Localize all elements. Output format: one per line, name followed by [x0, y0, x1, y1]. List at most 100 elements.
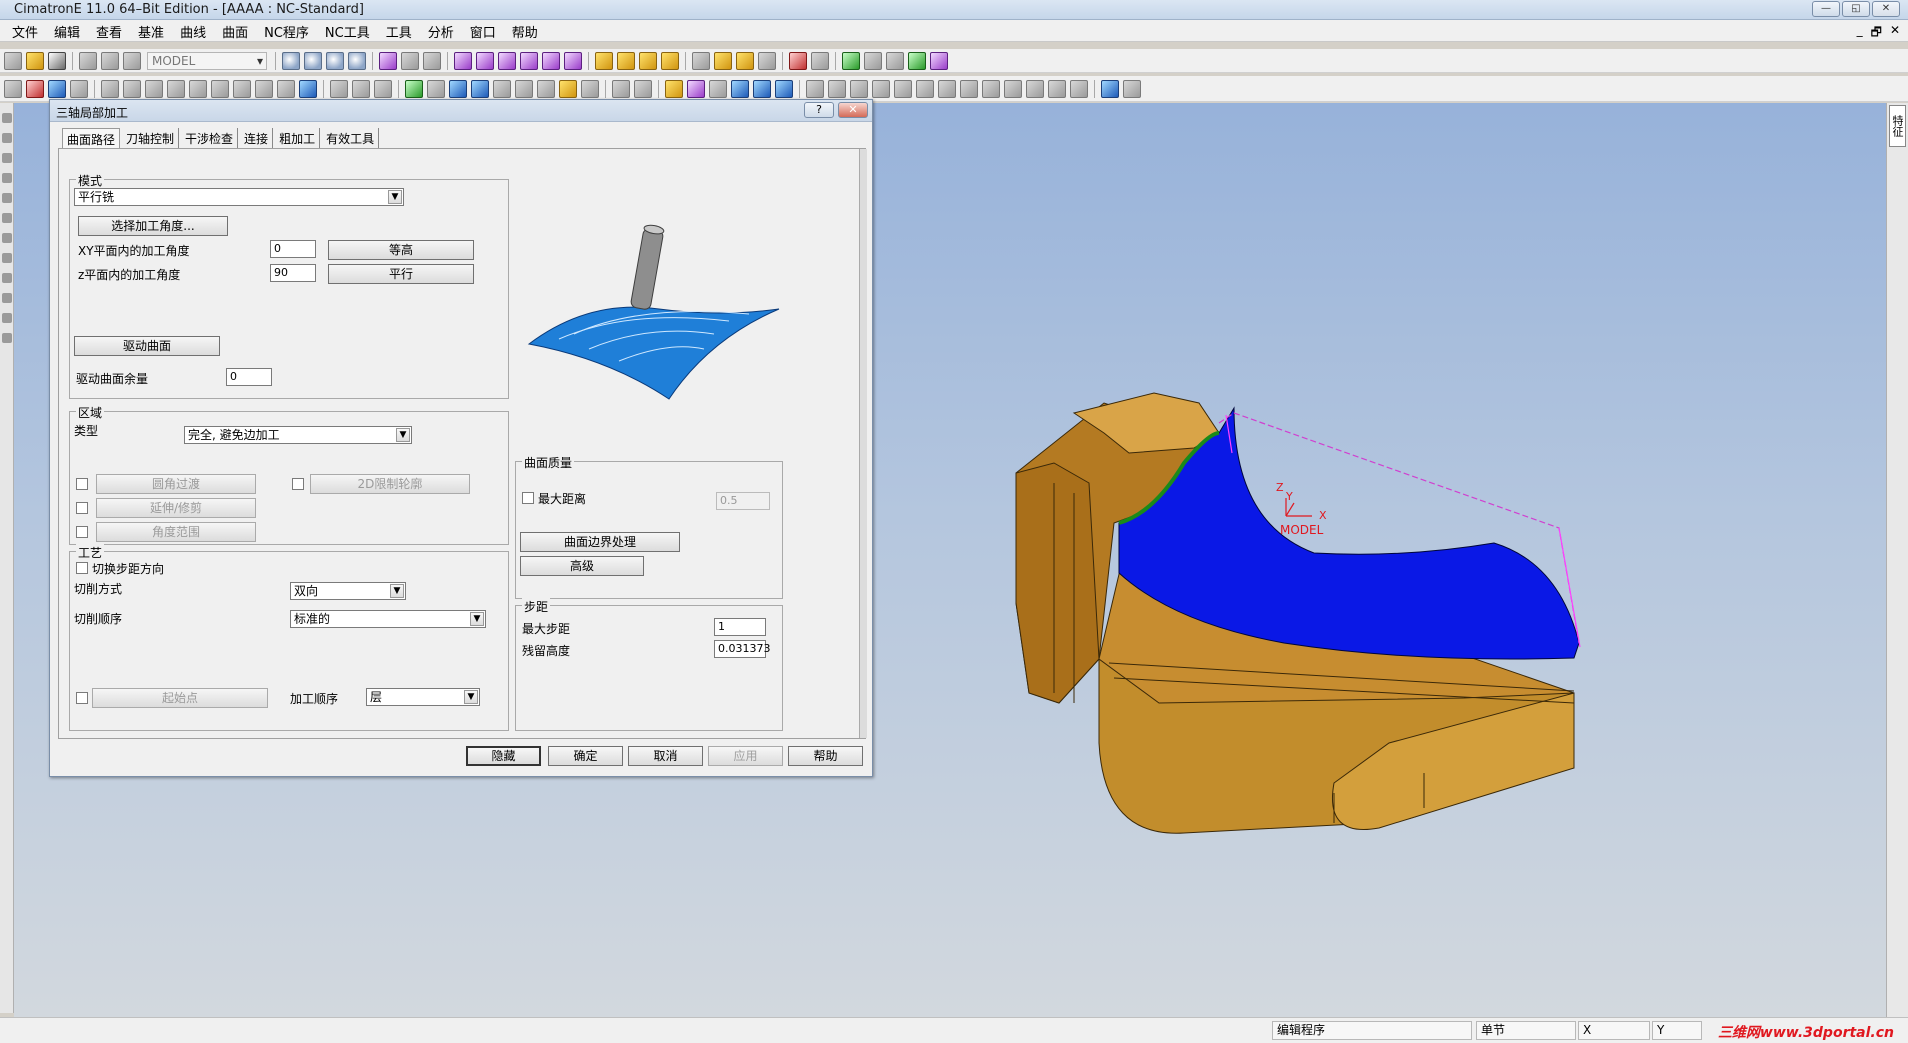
tab-roughing[interactable]: 粗加工 [275, 128, 321, 148]
angle-icon[interactable] [1123, 79, 1141, 98]
extend-tool-icon[interactable] [189, 79, 207, 98]
tab-effective-tool[interactable]: 有效工具 [322, 128, 380, 148]
bulb-off-icon[interactable] [758, 51, 776, 70]
sketch-icon[interactable] [612, 79, 630, 98]
bulb-icon[interactable] [714, 51, 732, 70]
start-point-checkbox[interactable] [76, 692, 88, 704]
mirror-icon[interactable] [687, 79, 705, 98]
menu-edit[interactable]: 编辑 [46, 22, 88, 41]
strip-tool-icon[interactable] [2, 233, 12, 243]
menu-view[interactable]: 查看 [88, 22, 130, 41]
filter-icon[interactable] [842, 51, 860, 70]
measure-icon[interactable] [330, 79, 348, 98]
hide-button[interactable]: 隐藏 [466, 746, 541, 766]
arc-icon[interactable] [872, 79, 890, 98]
draw-icon[interactable] [634, 79, 652, 98]
mdi-close-button[interactable]: ✕ [1890, 23, 1900, 44]
start-point-button[interactable]: 起始点 [92, 688, 268, 708]
tool-table-icon[interactable] [581, 79, 599, 98]
list-tool-icon[interactable] [299, 79, 317, 98]
strip-tool-icon[interactable] [2, 253, 12, 263]
chevron-down-icon[interactable]: ▼ [470, 612, 484, 626]
strip-tool-icon[interactable] [2, 173, 12, 183]
cloud-icon[interactable] [101, 51, 119, 70]
rotate-icon[interactable] [348, 51, 366, 70]
composite-icon[interactable] [916, 79, 934, 98]
strip-tool-icon[interactable] [2, 313, 12, 323]
pan-icon[interactable] [326, 51, 344, 70]
menu-tools[interactable]: 工具 [378, 22, 420, 41]
intersect-icon[interactable] [938, 79, 956, 98]
feature-tree-icon[interactable] [908, 51, 926, 70]
tab-gouge-check[interactable]: 干涉检查 [181, 128, 239, 148]
project-icon[interactable] [960, 79, 978, 98]
open-file-icon[interactable] [26, 51, 44, 70]
shading-icon[interactable] [595, 51, 613, 70]
point-icon[interactable] [828, 79, 846, 98]
check-icon[interactable] [374, 79, 392, 98]
chevron-down-icon[interactable]: ▼ [396, 428, 410, 442]
offset-tool-icon[interactable] [145, 79, 163, 98]
hidden-line-icon[interactable] [639, 51, 657, 70]
pane-scrollbar[interactable] [859, 149, 867, 738]
max-distance-checkbox[interactable] [522, 492, 534, 504]
strip-tool-icon[interactable] [2, 113, 12, 123]
machine-sim-icon[interactable] [493, 79, 511, 98]
assembly-icon[interactable] [123, 51, 141, 70]
scale-icon[interactable] [775, 79, 793, 98]
strip-tool-icon[interactable] [2, 333, 12, 343]
pick-icon[interactable] [26, 79, 44, 98]
minimize-button[interactable]: — [1812, 1, 1840, 17]
rectangle-icon[interactable] [1004, 79, 1022, 98]
dimension-icon[interactable] [1101, 79, 1119, 98]
dots-icon[interactable] [1048, 79, 1066, 98]
menu-analysis[interactable]: 分析 [420, 22, 462, 41]
postprocess-icon[interactable] [537, 79, 555, 98]
view-standard-icon[interactable] [401, 51, 419, 70]
fillet-tool-icon[interactable] [255, 79, 273, 98]
z-angle-input[interactable]: 90 [270, 264, 316, 282]
machining-order-combo[interactable]: 层 ▼ [366, 688, 480, 706]
wireframe-icon[interactable] [617, 51, 635, 70]
tab-surface-path[interactable]: 曲面路径 [62, 128, 121, 148]
max-distance-input[interactable]: 0.5 [716, 492, 770, 510]
model-selector[interactable]: MODEL [147, 51, 267, 70]
copy-icon[interactable] [709, 79, 727, 98]
split-tool-icon[interactable] [233, 79, 251, 98]
zoom-icon[interactable] [304, 51, 322, 70]
mdi-restore-button[interactable]: 🗗 [1871, 23, 1882, 44]
xy-angle-input[interactable]: 0 [270, 240, 316, 258]
cancel-button[interactable]: 取消 [628, 746, 703, 766]
view-front-icon[interactable] [476, 51, 494, 70]
strip-tool-icon[interactable] [2, 293, 12, 303]
contour2d-checkbox[interactable] [292, 478, 304, 490]
strip-tool-icon[interactable] [2, 153, 12, 163]
dialog-help-button[interactable]: ? [804, 102, 834, 118]
menu-datum[interactable]: 基准 [130, 22, 172, 41]
view-bottom-icon[interactable] [542, 51, 560, 70]
menu-nc-tools[interactable]: NC工具 [317, 22, 378, 41]
display-icon[interactable] [886, 51, 904, 70]
strip-tool-icon[interactable] [2, 273, 12, 283]
mdi-minimize-button[interactable]: _ [1857, 23, 1863, 44]
spline-icon[interactable] [894, 79, 912, 98]
stock-icon[interactable] [427, 79, 445, 98]
toolpath-icon[interactable] [449, 79, 467, 98]
feature-tab[interactable]: 特征 [1889, 105, 1906, 147]
apply-button[interactable]: 应用 [708, 746, 783, 766]
strip-tool-icon[interactable] [2, 133, 12, 143]
menu-surface[interactable]: 曲面 [214, 22, 256, 41]
chevron-down-icon[interactable]: ▼ [388, 190, 402, 204]
menu-help[interactable]: 帮助 [504, 22, 546, 41]
advanced-button[interactable]: 高级 [520, 556, 644, 576]
fillet-checkbox[interactable] [76, 478, 88, 490]
transform-icon[interactable] [665, 79, 683, 98]
view-left-icon[interactable] [520, 51, 538, 70]
render-icon[interactable] [661, 51, 679, 70]
chevron-down-icon[interactable]: ▼ [464, 690, 478, 704]
contour2d-button[interactable]: 2D限制轮廓 [310, 474, 470, 494]
maximize-button[interactable]: ◱ [1842, 1, 1870, 17]
menu-nc-program[interactable]: NC程序 [256, 22, 317, 41]
max-step-input[interactable]: 1 [714, 618, 766, 636]
circle-icon[interactable] [850, 79, 868, 98]
